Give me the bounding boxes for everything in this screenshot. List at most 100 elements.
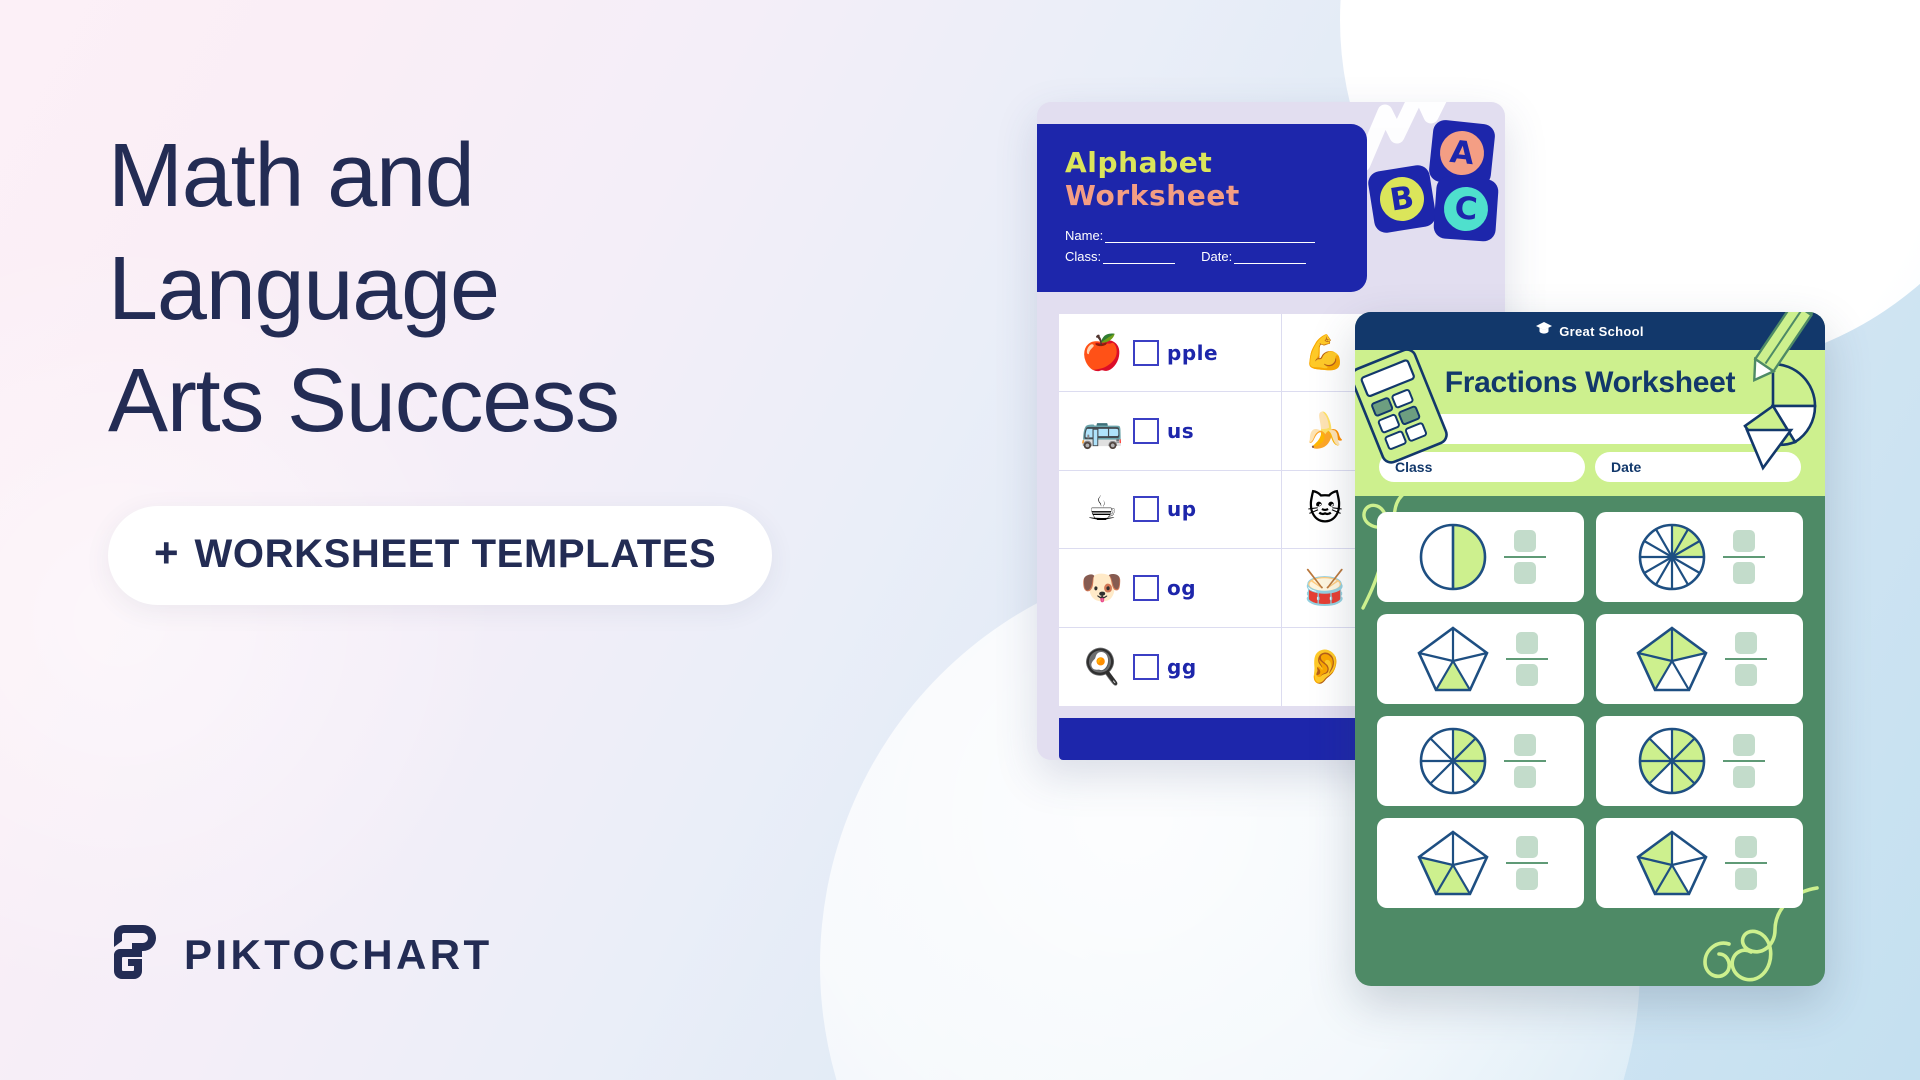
fraction-shape-circle-twelfths [1638, 523, 1705, 591]
cat-icon: 🐱 [1307, 489, 1343, 530]
fraction-cell[interactable] [1596, 716, 1803, 806]
numerator-box[interactable] [1513, 530, 1536, 552]
fraction-bar [1505, 862, 1548, 864]
table-row[interactable]: 🐶 og [1059, 549, 1282, 628]
answer-checkbox[interactable] [1133, 574, 1159, 601]
fraction-answer-boxes[interactable] [1505, 836, 1548, 890]
school-name: Great School [1559, 323, 1644, 339]
alphabet-header: Alphabet Worksheet Name: Class: Date: [1037, 124, 1367, 293]
piktochart-logo-mark-icon [110, 925, 162, 984]
denominator-box[interactable] [1515, 868, 1538, 890]
fraction-bar [1722, 760, 1765, 762]
plus-icon: + [154, 529, 179, 576]
worksheet-templates-badge[interactable]: + WORKSHEET TEMPLATES [108, 505, 773, 605]
numerator-box[interactable] [1513, 734, 1536, 756]
name-field-row[interactable]: Name: [1065, 228, 1367, 244]
block-letter-a: A [1437, 128, 1487, 178]
graduation-cap-icon [1536, 322, 1553, 340]
word-fragment: us [1167, 419, 1195, 444]
banana-icon: 🍌 [1303, 411, 1347, 452]
numerator-box[interactable] [1734, 632, 1757, 654]
answer-checkbox[interactable] [1133, 418, 1159, 445]
numerator-box[interactable] [1515, 836, 1538, 858]
table-row[interactable]: 🍳 gg [1059, 627, 1282, 706]
denominator-box[interactable] [1732, 562, 1755, 584]
alphabet-block-c: C [1432, 175, 1500, 243]
alphabet-title-line-2: Worksheet [1065, 179, 1240, 213]
egg-icon: 🍳 [1080, 646, 1124, 687]
fraction-cell[interactable] [1377, 818, 1584, 908]
fraction-cell[interactable] [1377, 614, 1584, 704]
denominator-box[interactable] [1515, 664, 1538, 686]
badge-label: WORKSHEET TEMPLATES [194, 531, 717, 576]
fraction-shape-pentagon-one-fifth [1416, 626, 1489, 692]
answer-checkbox[interactable] [1133, 496, 1159, 523]
numerator-box[interactable] [1515, 632, 1538, 654]
title-line-2: Language [108, 238, 500, 339]
denominator-box[interactable] [1513, 562, 1536, 584]
arm-icon: 💪 [1303, 332, 1347, 373]
date-label: Date [1611, 459, 1642, 475]
hero-section: Math and Language Arts Success + WORKSHE… [108, 120, 928, 605]
denominator-box[interactable] [1513, 766, 1536, 788]
fraction-answer-boxes[interactable] [1724, 836, 1767, 890]
numerator-box[interactable] [1734, 836, 1757, 858]
fraction-bar [1722, 556, 1765, 558]
fraction-shape-circle-three-eighths [1419, 727, 1486, 795]
ear-icon: 👂 [1303, 646, 1347, 687]
fraction-cell[interactable] [1377, 716, 1584, 806]
title-line-1: Math and [108, 126, 475, 226]
class-date-field-row[interactable]: Class: Date: [1065, 249, 1367, 265]
word-fragment: up [1167, 497, 1197, 522]
dog-icon: 🐶 [1080, 567, 1124, 608]
date-input-line[interactable] [1234, 251, 1307, 265]
title-line-3: Arts Success [108, 351, 620, 451]
fraction-answer-boxes[interactable] [1503, 734, 1546, 788]
answer-checkbox[interactable] [1133, 653, 1159, 680]
fraction-bar [1724, 658, 1767, 660]
fractions-exercise-grid [1355, 496, 1825, 930]
name-input-line[interactable] [1105, 230, 1316, 244]
table-row[interactable]: 🍎 pple [1059, 314, 1282, 393]
numerator-box[interactable] [1732, 530, 1755, 552]
fraction-bar [1503, 556, 1546, 558]
fraction-shape-circle-five-eighths [1638, 727, 1705, 795]
table-row[interactable]: 🚌 us [1059, 392, 1282, 471]
pencil-icon [1752, 312, 1813, 383]
brand-name: PIKTOCHART [184, 930, 493, 978]
class-input-line[interactable] [1103, 251, 1176, 265]
word-fragment: gg [1167, 654, 1197, 679]
numerator-box[interactable] [1732, 734, 1755, 756]
alphabet-fields: Name: Class: Date: [1065, 228, 1367, 265]
answer-checkbox[interactable] [1133, 339, 1159, 366]
piktochart-logo[interactable]: PIKTOCHART [110, 925, 493, 984]
block-letter-c: C [1442, 185, 1490, 233]
denominator-box[interactable] [1732, 766, 1755, 788]
fraction-answer-boxes[interactable] [1505, 632, 1548, 686]
fraction-answer-boxes[interactable] [1722, 734, 1765, 788]
class-label: Class: [1065, 249, 1102, 265]
fraction-cell[interactable] [1377, 512, 1584, 602]
denominator-box[interactable] [1734, 868, 1757, 890]
fraction-shape-pentagon-two-fifths [1416, 830, 1489, 896]
fraction-answer-boxes[interactable] [1503, 530, 1546, 584]
cup-icon: ☕ [1086, 489, 1118, 530]
fraction-cell[interactable] [1596, 614, 1803, 704]
alphabet-title-line-1: Alphabet [1065, 146, 1213, 179]
fraction-cell[interactable] [1596, 512, 1803, 602]
fraction-bar [1724, 862, 1767, 864]
fraction-bar [1503, 760, 1546, 762]
word-fragment: og [1167, 575, 1197, 600]
block-letter-b: B [1376, 173, 1428, 225]
fraction-bar [1505, 658, 1548, 660]
fraction-answer-boxes[interactable] [1722, 530, 1765, 584]
fractions-worksheet-card[interactable]: Great School Fractions Worksheet Class D… [1355, 312, 1825, 986]
fraction-cell[interactable] [1596, 818, 1803, 908]
table-row[interactable]: ☕ up [1059, 470, 1282, 550]
word-fragment: pple [1167, 340, 1219, 365]
apple-icon: 🍎 [1080, 332, 1124, 373]
denominator-box[interactable] [1734, 664, 1757, 686]
page-title: Math and Language Arts Success [108, 120, 928, 458]
fraction-answer-boxes[interactable] [1724, 632, 1767, 686]
fraction-shape-pentagon-three-fifths-b [1635, 830, 1708, 896]
